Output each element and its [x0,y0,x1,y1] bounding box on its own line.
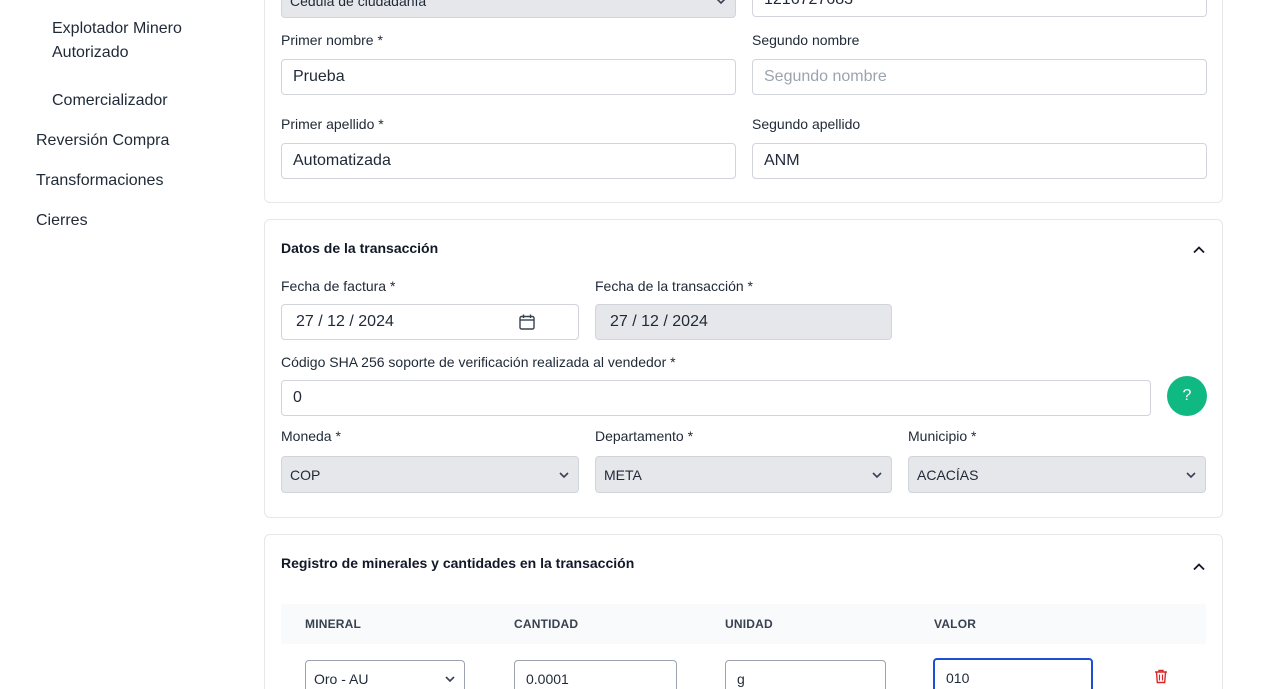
sidebar-item-comercializador[interactable]: Comercializador [52,89,168,113]
mineral-select[interactable]: Oro - AU [305,660,465,689]
minerals-table-header: MINERAL CANTIDAD UNIDAD VALOR [281,604,1206,644]
value-value: 010 [946,670,970,686]
document-type-select[interactable]: Cédula de ciudadanía [281,0,736,18]
first-surname-label: Primer apellido * [281,116,384,132]
currency-select[interactable]: COP [281,456,579,493]
sidebar-item-reversion-compra[interactable]: Reversión Compra [36,129,169,153]
chevron-down-icon [559,471,569,478]
document-type-value: Cédula de ciudadanía [290,0,427,9]
sha-code-input[interactable] [281,380,1151,416]
quantity-value: 0.0001 [526,671,569,687]
municipality-select[interactable]: ACACÍAS [908,456,1206,493]
transaction-card: Datos de la transacción Fecha de factura… [264,219,1223,518]
help-button[interactable]: ? [1167,376,1207,416]
transaction-date-value: 27 / 12 / 2024 [610,313,708,330]
value-input[interactable]: 010 [933,658,1093,689]
sidebar-item-cierres[interactable]: Cierres [36,209,88,233]
municipality-label: Municipio * [908,428,977,444]
document-number-value: 1216727683 [764,0,853,9]
first-name-label: Primer nombre * [281,32,383,48]
transaction-date-input: 27 / 12 / 2024 [595,304,892,340]
second-surname-label: Segundo apellido [752,116,861,132]
chevron-down-icon [1186,471,1196,478]
sha-code-label: Código SHA 256 soporte de verificación r… [281,354,676,370]
unit-input[interactable]: g [725,660,886,689]
column-header-cantidad: CANTIDAD [514,617,579,631]
first-surname-input[interactable] [281,143,736,179]
department-value: META [604,466,642,483]
trash-icon[interactable] [1153,668,1169,684]
municipality-value: ACACÍAS [917,466,979,483]
sidebar-item-explotador[interactable]: Explotador Minero Autorizado [52,17,222,65]
column-header-valor: VALOR [934,617,977,631]
sidebar-item-transformaciones[interactable]: Transformaciones [36,169,163,193]
mineral-value: Oro - AU [314,671,369,687]
column-header-mineral: MINERAL [305,617,362,631]
first-name-input[interactable] [281,59,736,95]
quantity-input[interactable]: 0.0001 [514,660,677,689]
chevron-down-icon [445,676,455,683]
invoice-date-label: Fecha de factura * [281,278,396,294]
department-select[interactable]: META [595,456,892,493]
invoice-date-value: 27 / 12 / 2024 [296,313,394,330]
sidebar: Explotador Minero Autorizado Comercializ… [0,0,250,689]
chevron-down-icon [872,471,882,478]
person-card: Cédula de ciudadanía 1216727683 Primer n… [264,0,1223,203]
unit-value: g [737,671,745,687]
transaction-date-label: Fecha de la transacción * [595,278,753,294]
chevron-up-icon[interactable] [1192,243,1206,257]
department-label: Departamento * [595,428,694,444]
currency-label: Moneda * [281,428,341,444]
calendar-icon[interactable] [518,313,536,331]
chevron-down-icon [717,0,725,4]
chevron-up-icon[interactable] [1192,560,1206,574]
second-name-input[interactable] [752,59,1207,95]
currency-value: COP [290,466,321,483]
invoice-date-input[interactable]: 27 / 12 / 2024 [281,304,579,340]
second-name-label: Segundo nombre [752,32,860,48]
transaction-section-title: Datos de la transacción [281,240,439,256]
column-header-unidad: UNIDAD [725,617,773,631]
second-surname-input[interactable] [752,143,1207,179]
minerals-section-title: Registro de minerales y cantidades en la… [281,555,635,571]
document-number-input[interactable]: 1216727683 [752,0,1207,17]
